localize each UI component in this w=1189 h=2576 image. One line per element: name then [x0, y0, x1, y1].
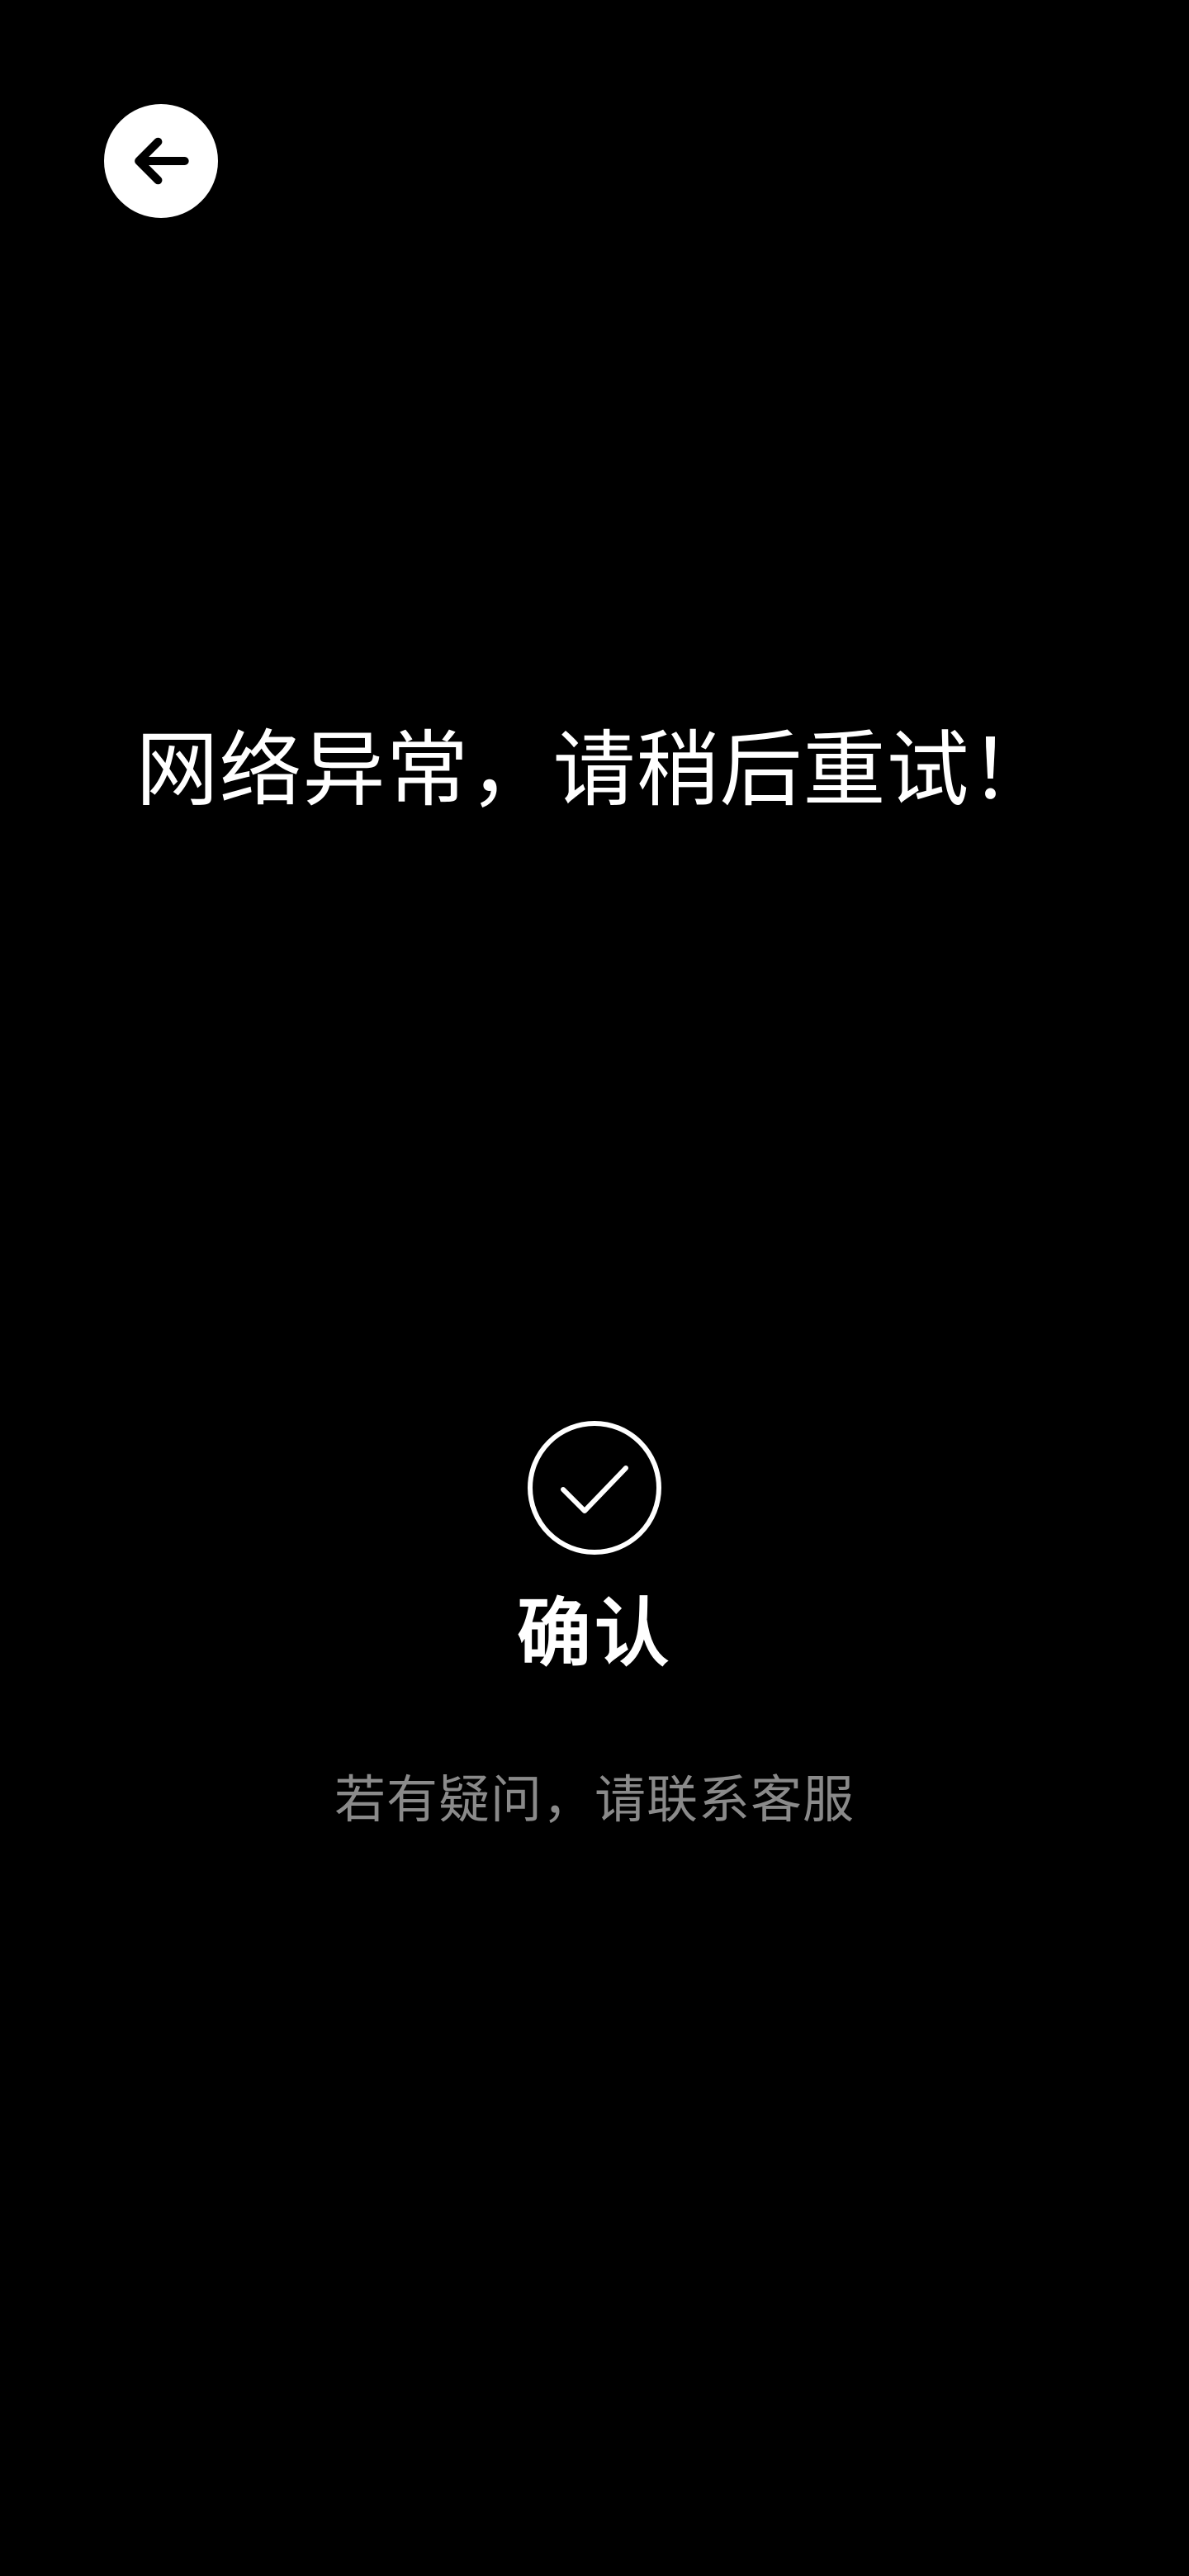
confirm-label: 确认	[517, 1590, 672, 1677]
back-button[interactable]	[104, 104, 218, 218]
contact-hint: 若有疑问，请联系客服	[334, 1769, 855, 1830]
error-message: 网络异常，请稍后重试！	[135, 722, 1054, 818]
check-circle-icon	[528, 1421, 661, 1555]
confirm-button[interactable]: 确认	[0, 1420, 1189, 1679]
arrow-left-icon	[135, 137, 189, 185]
